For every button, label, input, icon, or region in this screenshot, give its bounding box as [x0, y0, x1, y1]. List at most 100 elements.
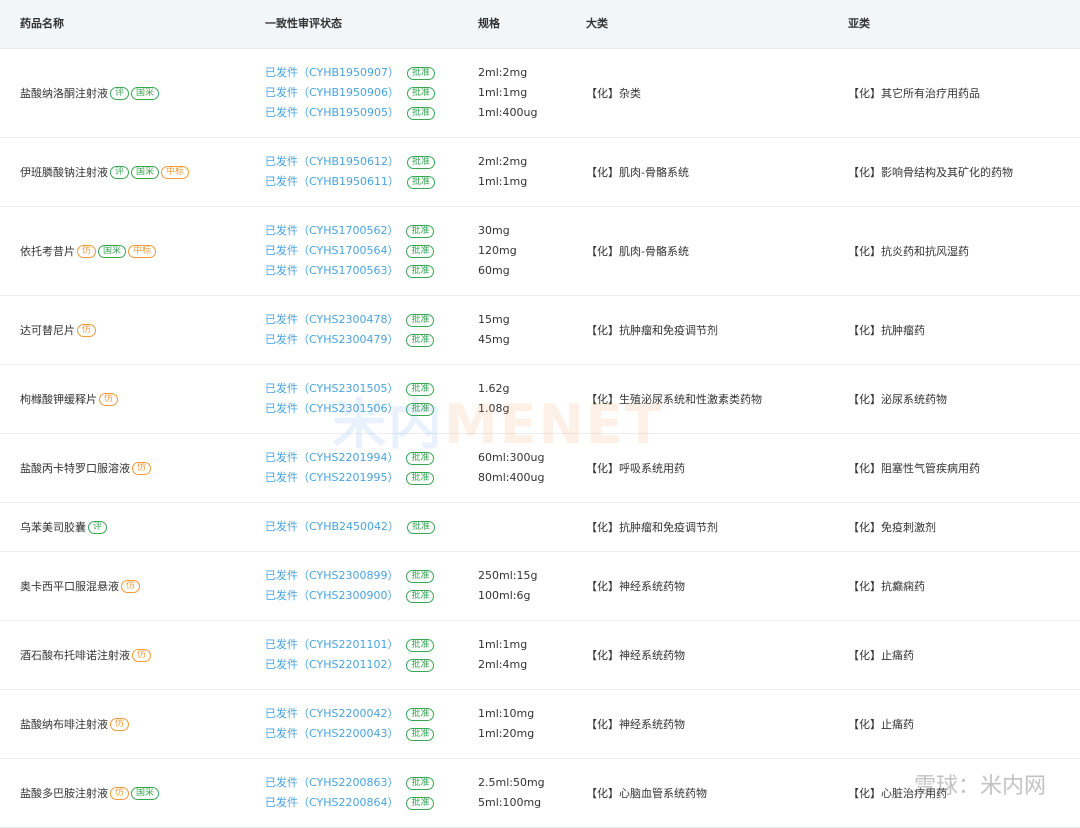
spec-cell: 250ml:15g 100ml:6g: [478, 552, 583, 620]
status-link[interactable]: 已发件（CYHS2200863）: [265, 773, 398, 793]
status-link[interactable]: 已发件（CYHB1950905）: [265, 103, 399, 123]
drug-name[interactable]: 盐酸丙卡特罗口服溶液仿: [20, 460, 260, 476]
status-link[interactable]: 已发件（CYHS2301506）: [265, 399, 398, 419]
drug-name[interactable]: 盐酸纳布啡注射液仿: [20, 716, 260, 732]
status-line[interactable]: 已发件（CYHS2301505） 批准: [265, 379, 475, 399]
status-line[interactable]: 已发件（CYHS2300899） 批准: [265, 566, 475, 586]
status-link[interactable]: 已发件（CYHB2450042）: [265, 517, 399, 537]
spec-value: 60ml:300ug: [478, 451, 545, 464]
drug-name-cell: 乌苯美司胶囊评: [20, 503, 260, 551]
status-link[interactable]: 已发件（CYHS2201101）: [265, 635, 398, 655]
status-link[interactable]: 已发件（CYHS2201994）: [265, 448, 398, 468]
drug-name-cell: 奥卡西平口服混悬液仿: [20, 552, 260, 620]
table-row: 伊班膦酸钠注射液评国采 中标 已发件（CYHB1950612） 批准 已发件（CYHB1…: [0, 138, 1080, 207]
subcategory-cell: 【化】泌尿系统药物: [848, 365, 1078, 433]
status-line[interactable]: 已发件（CYHS2300478） 批准: [265, 310, 475, 330]
drug-tag-badge: 仿: [77, 323, 97, 337]
status-link[interactable]: 已发件（CYHB1950611）: [265, 172, 399, 192]
category-text: 【化】生殖泌尿系统和性激素类药物: [586, 393, 762, 406]
status-link[interactable]: 已发件（CYHS2201102）: [265, 655, 398, 675]
status-line[interactable]: 已发件（CYHS1700563） 批准: [265, 261, 475, 281]
status-line[interactable]: 已发件（CYHB1950905） 批准: [265, 103, 475, 123]
category-text: 【化】杂类: [586, 87, 641, 100]
status-link[interactable]: 已发件（CYHS1700563）: [265, 261, 398, 281]
status-link[interactable]: 已发件（CYHS2200043）: [265, 724, 398, 744]
status-line[interactable]: 已发件（CYHB1950611） 批准: [265, 172, 475, 192]
drug-name-text: 酒石酸布托啡诺注射液: [20, 649, 130, 662]
category-text: 【化】肌肉-骨骼系统: [586, 245, 689, 258]
drug-tag-badge: 仿: [132, 648, 152, 662]
status-line[interactable]: 已发件（CYHS2300900） 批准: [265, 586, 475, 606]
status-line[interactable]: 已发件（CYHS2200863） 批准: [265, 773, 475, 793]
status-line[interactable]: 已发件（CYHS2201101） 批准: [265, 635, 475, 655]
drug-name[interactable]: 奥卡西平口服混悬液仿: [20, 578, 260, 594]
table-row: 枸橼酸钾缓释片仿已发件（CYHS2301505） 批准 已发件（CYHS230150…: [0, 365, 1080, 434]
status-link[interactable]: 已发件（CYHS2300478）: [265, 310, 398, 330]
status-link[interactable]: 已发件（CYHS1700564）: [265, 241, 398, 261]
status-line[interactable]: 已发件（CYHS2300479） 批准: [265, 330, 475, 350]
category-text: 【化】神经系统药物: [586, 649, 685, 662]
approved-badge: 批准: [406, 658, 435, 672]
status-link[interactable]: 已发件（CYHB1950906）: [265, 83, 399, 103]
drug-name-cell: 盐酸丙卡特罗口服溶液仿: [20, 434, 260, 502]
status-line[interactable]: 已发件（CYHS2200043） 批准: [265, 724, 475, 744]
status-link[interactable]: 已发件（CYHS2200042）: [265, 704, 398, 724]
status-link[interactable]: 已发件（CYHB1950612）: [265, 152, 399, 172]
status-link[interactable]: 已发件（CYHS2300900）: [265, 586, 398, 606]
drug-name[interactable]: 伊班膦酸钠注射液评国采 中标: [20, 164, 260, 180]
table-row: 依托考昔片仿国采 中标 已发件（CYHS1700562） 批准 已发件（CYHS1700…: [0, 207, 1080, 296]
status-line[interactable]: 已发件（CYHS2201102） 批准: [265, 655, 475, 675]
category-text: 【化】抗肿瘤和免疫调节剂: [586, 521, 718, 534]
status-link[interactable]: 已发件（CYHS1700562）: [265, 221, 398, 241]
drug-name[interactable]: 达可替尼片仿: [20, 322, 260, 338]
category-cell: 【化】抗肿瘤和免疫调节剂: [586, 503, 846, 551]
drug-name-text: 达可替尼片: [20, 324, 75, 337]
subcategory-cell: 【化】止痛药: [848, 690, 1078, 758]
drug-name[interactable]: 枸橼酸钾缓释片仿: [20, 391, 260, 407]
status-line[interactable]: 已发件（CYHB1950907） 批准: [265, 63, 475, 83]
status-line[interactable]: 已发件（CYHS1700564） 批准: [265, 241, 475, 261]
subcategory-text: 【化】止痛药: [848, 649, 914, 662]
status-line[interactable]: 已发件（CYHS2200864） 批准: [265, 793, 475, 813]
spec-value: 80ml:400ug: [478, 471, 545, 484]
status-line[interactable]: 已发件（CYHS2201994） 批准: [265, 448, 475, 468]
drug-name[interactable]: 盐酸纳洛酮注射液评国采: [20, 85, 260, 101]
status-link[interactable]: 已发件（CYHS2301505）: [265, 379, 398, 399]
drug-name[interactable]: 乌苯美司胶囊评: [20, 519, 260, 535]
drug-name[interactable]: 依托考昔片仿国采 中标: [20, 243, 260, 259]
status-line[interactable]: 已发件（CYHB1950612） 批准: [265, 152, 475, 172]
status-line[interactable]: 已发件（CYHS2201995） 批准: [265, 468, 475, 488]
drug-table: 药品名称 一致性审评状态 规格 大类 亚类 盐酸纳洛酮注射液评国采 已发件（CYH…: [0, 0, 1080, 828]
status-link[interactable]: 已发件（CYHS2300899）: [265, 566, 398, 586]
drug-tag-badge: 评: [88, 520, 108, 534]
category-cell: 【化】杂类: [586, 49, 846, 137]
drug-name-text: 盐酸丙卡特罗口服溶液: [20, 462, 130, 475]
subcategory-text: 【化】止痛药: [848, 718, 914, 731]
subcategory-text: 【化】抗炎药和抗风湿药: [848, 245, 969, 258]
spec-cell: 2.5ml:50mg 5ml:100mg: [478, 759, 583, 827]
header-status: 一致性审评状态: [265, 17, 342, 30]
approved-badge: 批准: [406, 451, 435, 465]
status-cell: 已发件（CYHS2300478） 批准 已发件（CYHS2300479） 批准: [265, 296, 475, 364]
status-line[interactable]: 已发件（CYHB1950906） 批准: [265, 83, 475, 103]
status-link[interactable]: 已发件（CYHB1950907）: [265, 63, 399, 83]
spec-value: 2.5ml:50mg: [478, 776, 545, 789]
status-link[interactable]: 已发件（CYHS2201995）: [265, 468, 398, 488]
category-text: 【化】呼吸系统用药: [586, 462, 685, 475]
drug-name-text: 奥卡西平口服混悬液: [20, 580, 119, 593]
spec-value: 15mg: [478, 313, 510, 326]
category-cell: 【化】神经系统药物: [586, 621, 846, 689]
status-line[interactable]: 已发件（CYHS2301506） 批准: [265, 399, 475, 419]
category-cell: 【化】肌肉-骨骼系统: [586, 138, 846, 206]
spec-cell: 2ml:2mg 1ml:1mg 1ml:400ug: [478, 49, 583, 137]
table-row: 酒石酸布托啡诺注射液仿已发件（CYHS2201101） 批准 已发件（CYHS220…: [0, 621, 1080, 690]
spec-value: 1ml:1mg: [478, 175, 528, 188]
status-line[interactable]: 已发件（CYHS2200042） 批准: [265, 704, 475, 724]
drug-name[interactable]: 酒石酸布托啡诺注射液仿: [20, 647, 260, 663]
drug-name[interactable]: 盐酸多巴胺注射液仿国采: [20, 785, 260, 801]
status-line[interactable]: 已发件（CYHS1700562） 批准: [265, 221, 475, 241]
status-link[interactable]: 已发件（CYHS2300479）: [265, 330, 398, 350]
status-link[interactable]: 已发件（CYHS2200864）: [265, 793, 398, 813]
status-line[interactable]: 已发件（CYHB2450042） 批准: [265, 517, 475, 537]
approved-badge: 批准: [407, 520, 436, 534]
